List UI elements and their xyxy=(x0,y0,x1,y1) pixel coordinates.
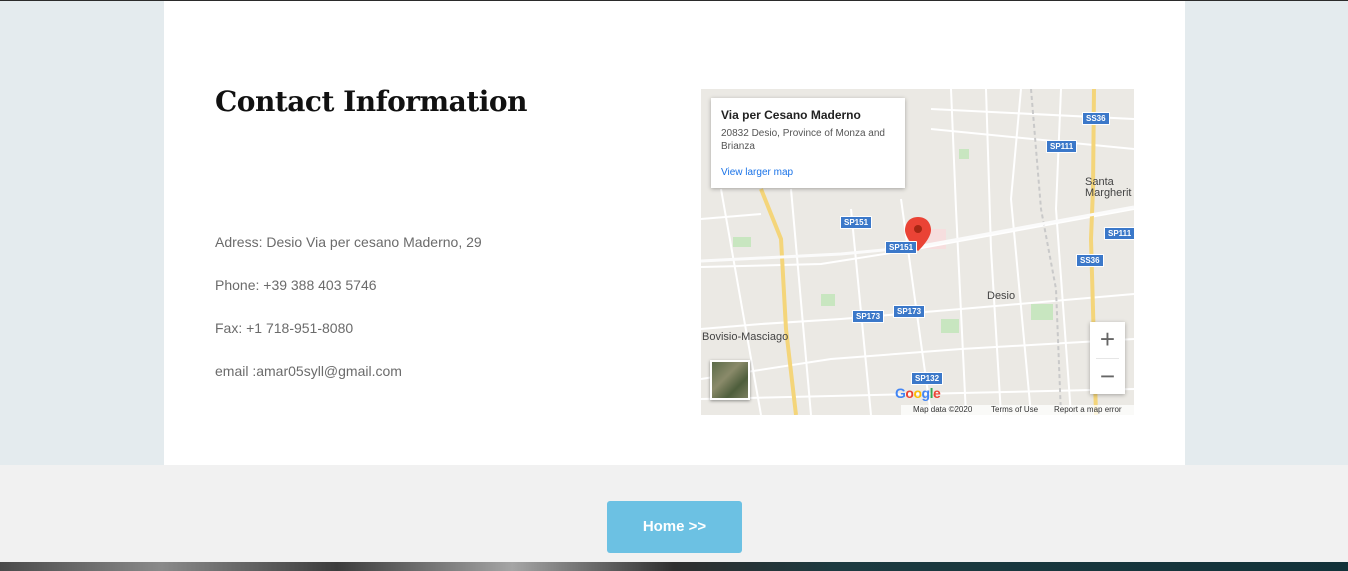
satellite-toggle[interactable] xyxy=(710,360,750,400)
contact-email: email :amar05syll@gmail.com xyxy=(215,363,402,379)
road-badge: SP151 xyxy=(885,241,918,254)
road-badge: SP132 xyxy=(911,372,944,385)
report-map-error-link[interactable]: Report a map error xyxy=(1054,405,1122,414)
embedded-map[interactable]: Via per Cesano Maderno 20832 Desio, Prov… xyxy=(701,89,1134,415)
map-attribution-bar: Map data ©2020 Terms of Use Report a map… xyxy=(901,405,1134,415)
contact-address: Adress: Desio Via per cesano Maderno, 29 xyxy=(215,234,482,250)
background-image-strip xyxy=(0,562,1348,571)
view-larger-map-link[interactable]: View larger map xyxy=(721,167,793,178)
road-badge: SP111 xyxy=(1046,140,1078,153)
road-badge: SP173 xyxy=(893,305,926,318)
map-info-popup: Via per Cesano Maderno 20832 Desio, Prov… xyxy=(711,98,905,188)
place-label-desio: Desio xyxy=(987,290,1016,302)
map-zoom-control: + − xyxy=(1090,322,1125,394)
zoom-out-button[interactable]: − xyxy=(1090,359,1125,394)
road-badge: SP173 xyxy=(852,310,885,323)
home-button[interactable]: Home >> xyxy=(607,501,742,553)
google-logo: Google xyxy=(895,385,941,401)
road-badge: SP151 xyxy=(840,216,873,229)
contact-title: Contact Information xyxy=(215,85,527,118)
popup-title: Via per Cesano Maderno xyxy=(721,108,861,122)
zoom-in-button[interactable]: + xyxy=(1090,322,1125,357)
popup-address: 20832 Desio, Province of Monza and Brian… xyxy=(721,128,885,152)
road-badge: SS36 xyxy=(1082,112,1110,125)
contact-fax: Fax: +1 718-951-8080 xyxy=(215,320,354,336)
map-data-text: Map data ©2020 xyxy=(913,405,973,414)
road-badge: SP111 xyxy=(1104,227,1134,240)
contact-card: Contact Information Adress: Desio Via pe… xyxy=(164,1,1185,465)
footer-bar: Home >> xyxy=(0,465,1348,562)
terms-of-use-link[interactable]: Terms of Use xyxy=(991,405,1038,414)
place-label-bovisio: Bovisio-Masciago xyxy=(702,331,789,343)
place-label-margherita: Margherit xyxy=(1085,187,1132,199)
road-badge: SS36 xyxy=(1076,254,1104,267)
contact-phone: Phone: +39 388 403 5746 xyxy=(215,277,377,293)
